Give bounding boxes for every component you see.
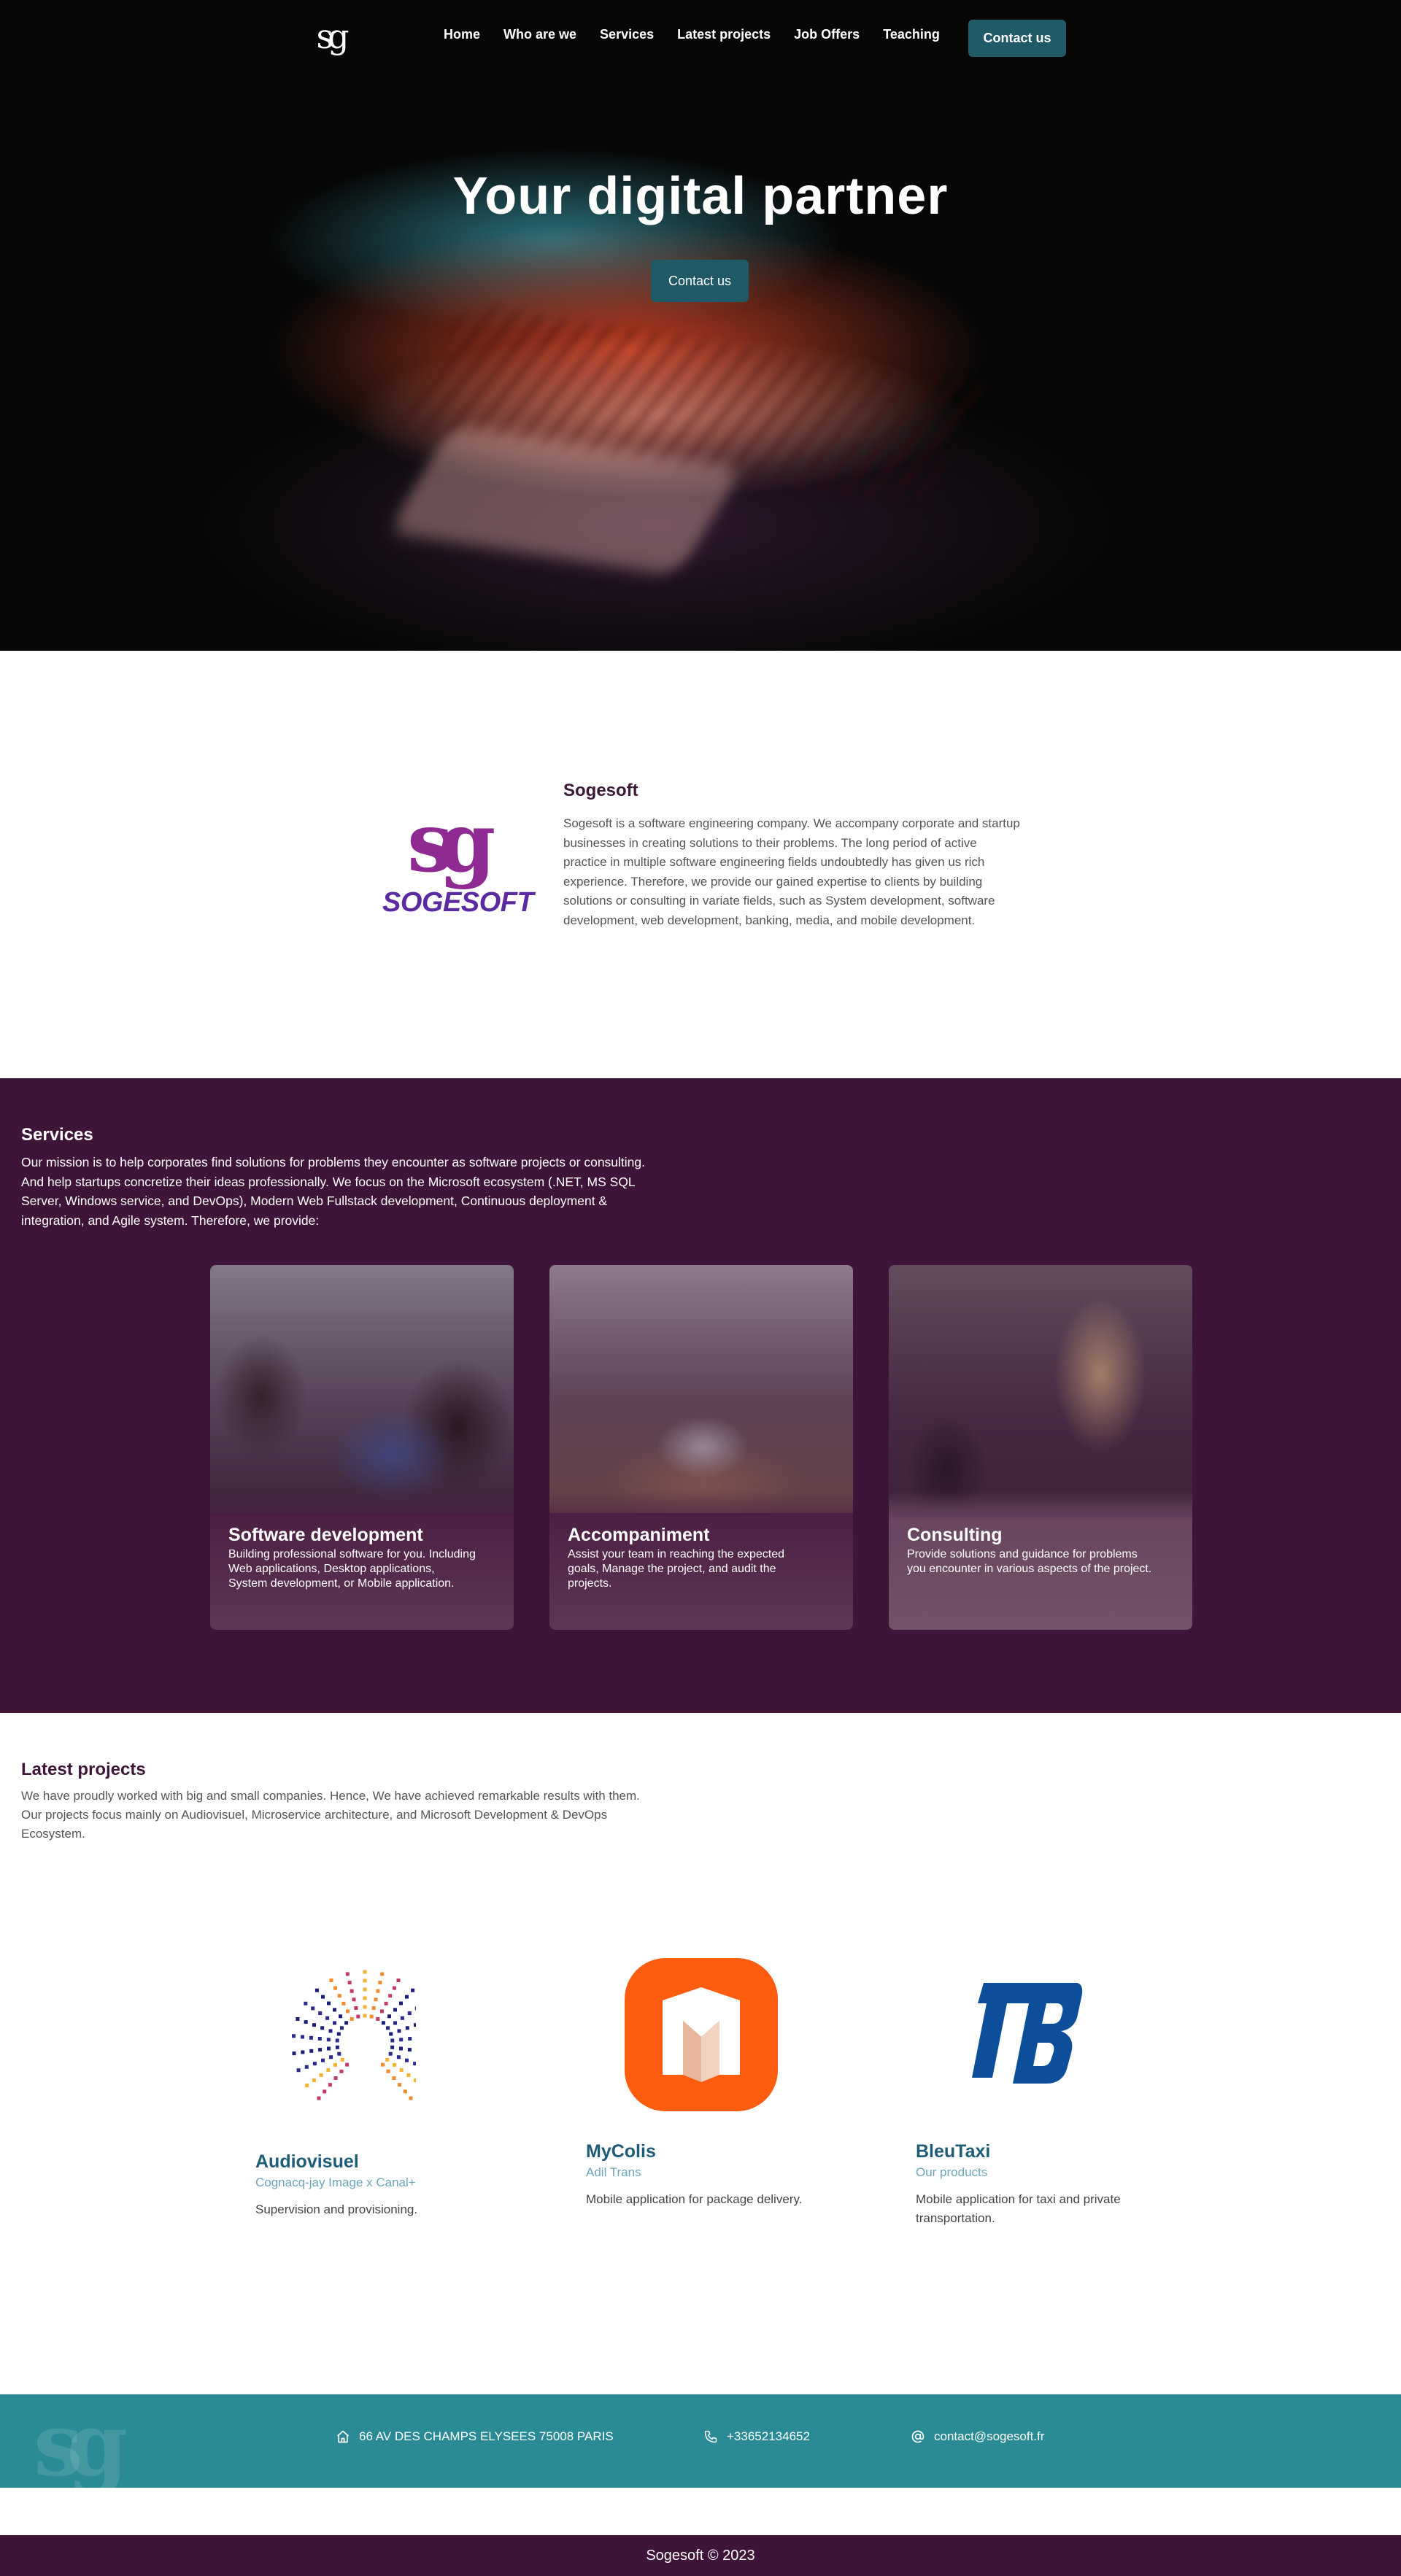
sogesoft-logo-mark: sg: [407, 795, 495, 891]
service-card-text: Provide solutions and guidance for probl…: [907, 1548, 1152, 1575]
contact-email-text[interactable]: contact@sogesoft.fr: [934, 2429, 1044, 2444]
contact-email[interactable]: contact@sogesoft.fr: [911, 2429, 1044, 2444]
watermark-logo: sg: [34, 2394, 128, 2488]
nav-link-teaching[interactable]: Teaching: [883, 27, 940, 42]
mycolis-logo: [625, 1958, 778, 2111]
about-text: Sogesoft is a software engineering compa…: [563, 816, 1020, 927]
project-client: Cognacq-jay Image x Canal+: [255, 2175, 416, 2189]
project-client: Our products: [916, 2165, 988, 2179]
projects-title: Latest projects: [21, 1760, 146, 1779]
service-card-title: Consulting: [907, 1525, 1003, 1545]
service-card-software-development[interactable]: Software development Building profession…: [210, 1265, 514, 1630]
project-description: Mobile application for taxi and private …: [916, 2192, 1121, 2225]
top-navigation: sg Home Who are we Services Latest proje…: [0, 0, 1401, 73]
nav-link-who-are-we[interactable]: Who are we: [503, 27, 576, 42]
audiovisuel-logo: [292, 1970, 416, 2100]
project-name[interactable]: BleuTaxi: [916, 2141, 1135, 2162]
nav-link-job-offers[interactable]: Job Offers: [794, 27, 860, 42]
site-logo[interactable]: sg: [309, 16, 350, 57]
nav-link-home[interactable]: Home: [444, 27, 480, 42]
project-description: Supervision and provisioning.: [255, 2202, 418, 2216]
services-title: Services: [21, 1125, 93, 1145]
project-mycolis[interactable]: MyColis Adil Trans Mobile application fo…: [586, 2141, 805, 2209]
sogesoft-logo: sg SOGESOFT: [379, 795, 534, 927]
hero-contact-button[interactable]: Contact us: [651, 260, 749, 302]
project-bleutaxi[interactable]: BleuTaxi Our products Mobile application…: [916, 2141, 1135, 2228]
footer: Sogesoft © 2023: [0, 2535, 1401, 2576]
nav-link-latest-projects[interactable]: Latest projects: [677, 27, 771, 42]
hero-title: Your digital partner: [452, 167, 949, 225]
project-name[interactable]: Audiovisuel: [255, 2151, 474, 2173]
project-audiovisuel[interactable]: Audiovisuel Cognacq-jay Image x Canal+ S…: [255, 2151, 474, 2219]
footer-copyright: Sogesoft © 2023: [646, 2547, 755, 2564]
contact-phone[interactable]: +33652134652: [703, 2429, 810, 2444]
service-card-accompaniment[interactable]: Accompaniment Assist your team in reachi…: [549, 1265, 853, 1630]
about-title: Sogesoft: [563, 781, 638, 800]
sogesoft-logo-wordmark: SOGESOFT: [382, 887, 534, 918]
about-section: sg SOGESOFT Sogesoft Sogesoft is a softw…: [0, 651, 1401, 1078]
service-card-text: Assist your team in reaching the expecte…: [568, 1548, 785, 1590]
projects-section: Latest projects We have proudly worked w…: [0, 1713, 1401, 2394]
bleutaxi-logo: [972, 1983, 1083, 2084]
nav-links: Home Who are we Services Latest projects…: [444, 27, 940, 42]
projects-text: We have proudly worked with big and smal…: [21, 1789, 640, 1841]
project-client: Adil Trans: [586, 2165, 641, 2179]
project-description: Mobile application for package delivery.: [586, 2192, 803, 2206]
hero-section: sg Home Who are we Services Latest proje…: [0, 0, 1401, 651]
nav-contact-button[interactable]: Contact us: [968, 20, 1066, 57]
contact-phone-text[interactable]: +33652134652: [727, 2429, 810, 2444]
service-card-text: Building professional software for you. …: [228, 1548, 476, 1590]
contact-address-text: 66 AV DES CHAMPS ELYSEES 75008 PARIS: [359, 2429, 614, 2443]
project-name[interactable]: MyColis: [586, 2141, 805, 2162]
services-text: Our mission is to help corporates find s…: [21, 1155, 645, 1228]
services-section: Services Our mission is to help corporat…: [0, 1078, 1401, 1713]
service-card-title: Software development: [228, 1525, 423, 1545]
service-card-consulting[interactable]: Consulting Provide solutions and guidanc…: [889, 1265, 1192, 1630]
contact-address: 66 AV DES CHAMPS ELYSEES 75008 PARIS: [336, 2429, 614, 2444]
at-icon: [911, 2430, 925, 2443]
phone-icon: [704, 2430, 717, 2443]
nav-link-services[interactable]: Services: [600, 27, 654, 42]
home-icon: [336, 2430, 350, 2443]
service-card-title: Accompaniment: [568, 1525, 710, 1545]
contact-strip: sg 66 AV DES CHAMPS ELYSEES 75008 PARIS …: [0, 2394, 1401, 2488]
